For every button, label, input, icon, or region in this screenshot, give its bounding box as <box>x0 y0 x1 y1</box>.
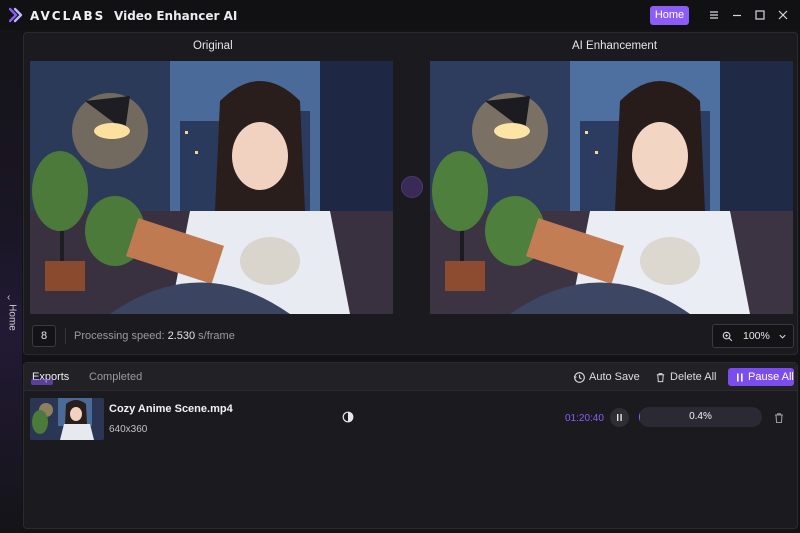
tab-exports[interactable]: Exports <box>30 371 69 385</box>
task-resolution: 640x360 <box>109 424 148 435</box>
brand-name: AVCLABS <box>30 9 106 23</box>
title-bar: AVCLABS Video Enhancer AI Home <box>0 0 800 30</box>
exports-tab-bar: Exports Completed Auto Save Delete All P… <box>24 363 797 391</box>
trash-icon[interactable] <box>773 412 785 424</box>
task-filename: Cozy Anime Scene.mp4 <box>109 403 233 415</box>
compare-divider-handle[interactable] <box>401 176 423 198</box>
tab-completed[interactable]: Completed <box>89 371 142 383</box>
side-home-label: Home <box>6 304 18 331</box>
maximize-icon[interactable] <box>753 8 767 22</box>
app-logo-icon <box>9 7 23 23</box>
trash-icon <box>656 373 665 383</box>
original-preview-image <box>30 61 393 314</box>
menu-icon[interactable] <box>707 8 721 22</box>
divider <box>65 328 66 344</box>
zoom-value: 100% <box>743 330 770 342</box>
processing-speed: Processing speed: 2.530 s/frame <box>74 330 235 342</box>
home-button[interactable]: Home <box>650 6 689 25</box>
zoom-select[interactable]: 100% <box>712 324 794 348</box>
enhanced-preview-image <box>430 61 793 314</box>
preview-panel: Original AI Enhancement 8 Processing spe… <box>23 32 798 355</box>
speed-unit: s/frame <box>195 330 235 342</box>
task-progress-bar: 0.4% <box>639 407 762 427</box>
speed-label: Processing speed: <box>74 330 168 342</box>
close-icon[interactable] <box>776 8 790 22</box>
frame-input[interactable]: 8 <box>32 325 56 347</box>
side-strip: ‹ Home <box>0 30 22 533</box>
side-home-button[interactable]: ‹ Home <box>2 292 20 336</box>
app-title: Video Enhancer AI <box>114 9 238 23</box>
pause-icon <box>737 373 743 382</box>
pause-all-button[interactable]: Pause All <box>728 368 794 386</box>
zoom-icon <box>722 331 733 342</box>
original-title: Original <box>193 40 233 52</box>
compare-icon[interactable] <box>342 411 354 423</box>
pause-all-label: Pause All <box>748 371 794 383</box>
minimize-icon[interactable] <box>730 8 744 22</box>
enhanced-title: AI Enhancement <box>572 40 658 52</box>
task-time-remaining: 01:20:40 <box>565 413 604 424</box>
auto-save-label: Auto Save <box>589 371 640 383</box>
speed-value: 2.530 <box>167 330 196 342</box>
task-row: Cozy Anime Scene.mp4 640x360 01:20:40 0.… <box>24 393 797 447</box>
progress-label: 0.4% <box>689 411 712 422</box>
pause-icon <box>617 414 622 421</box>
video-thumbnail <box>30 398 104 440</box>
delete-all-label: Delete All <box>670 371 717 383</box>
exports-panel: Exports Completed Auto Save Delete All P… <box>23 362 798 529</box>
task-pause-button[interactable] <box>610 408 629 427</box>
auto-save-icon <box>573 372 585 383</box>
chevron-down-icon <box>779 334 786 339</box>
